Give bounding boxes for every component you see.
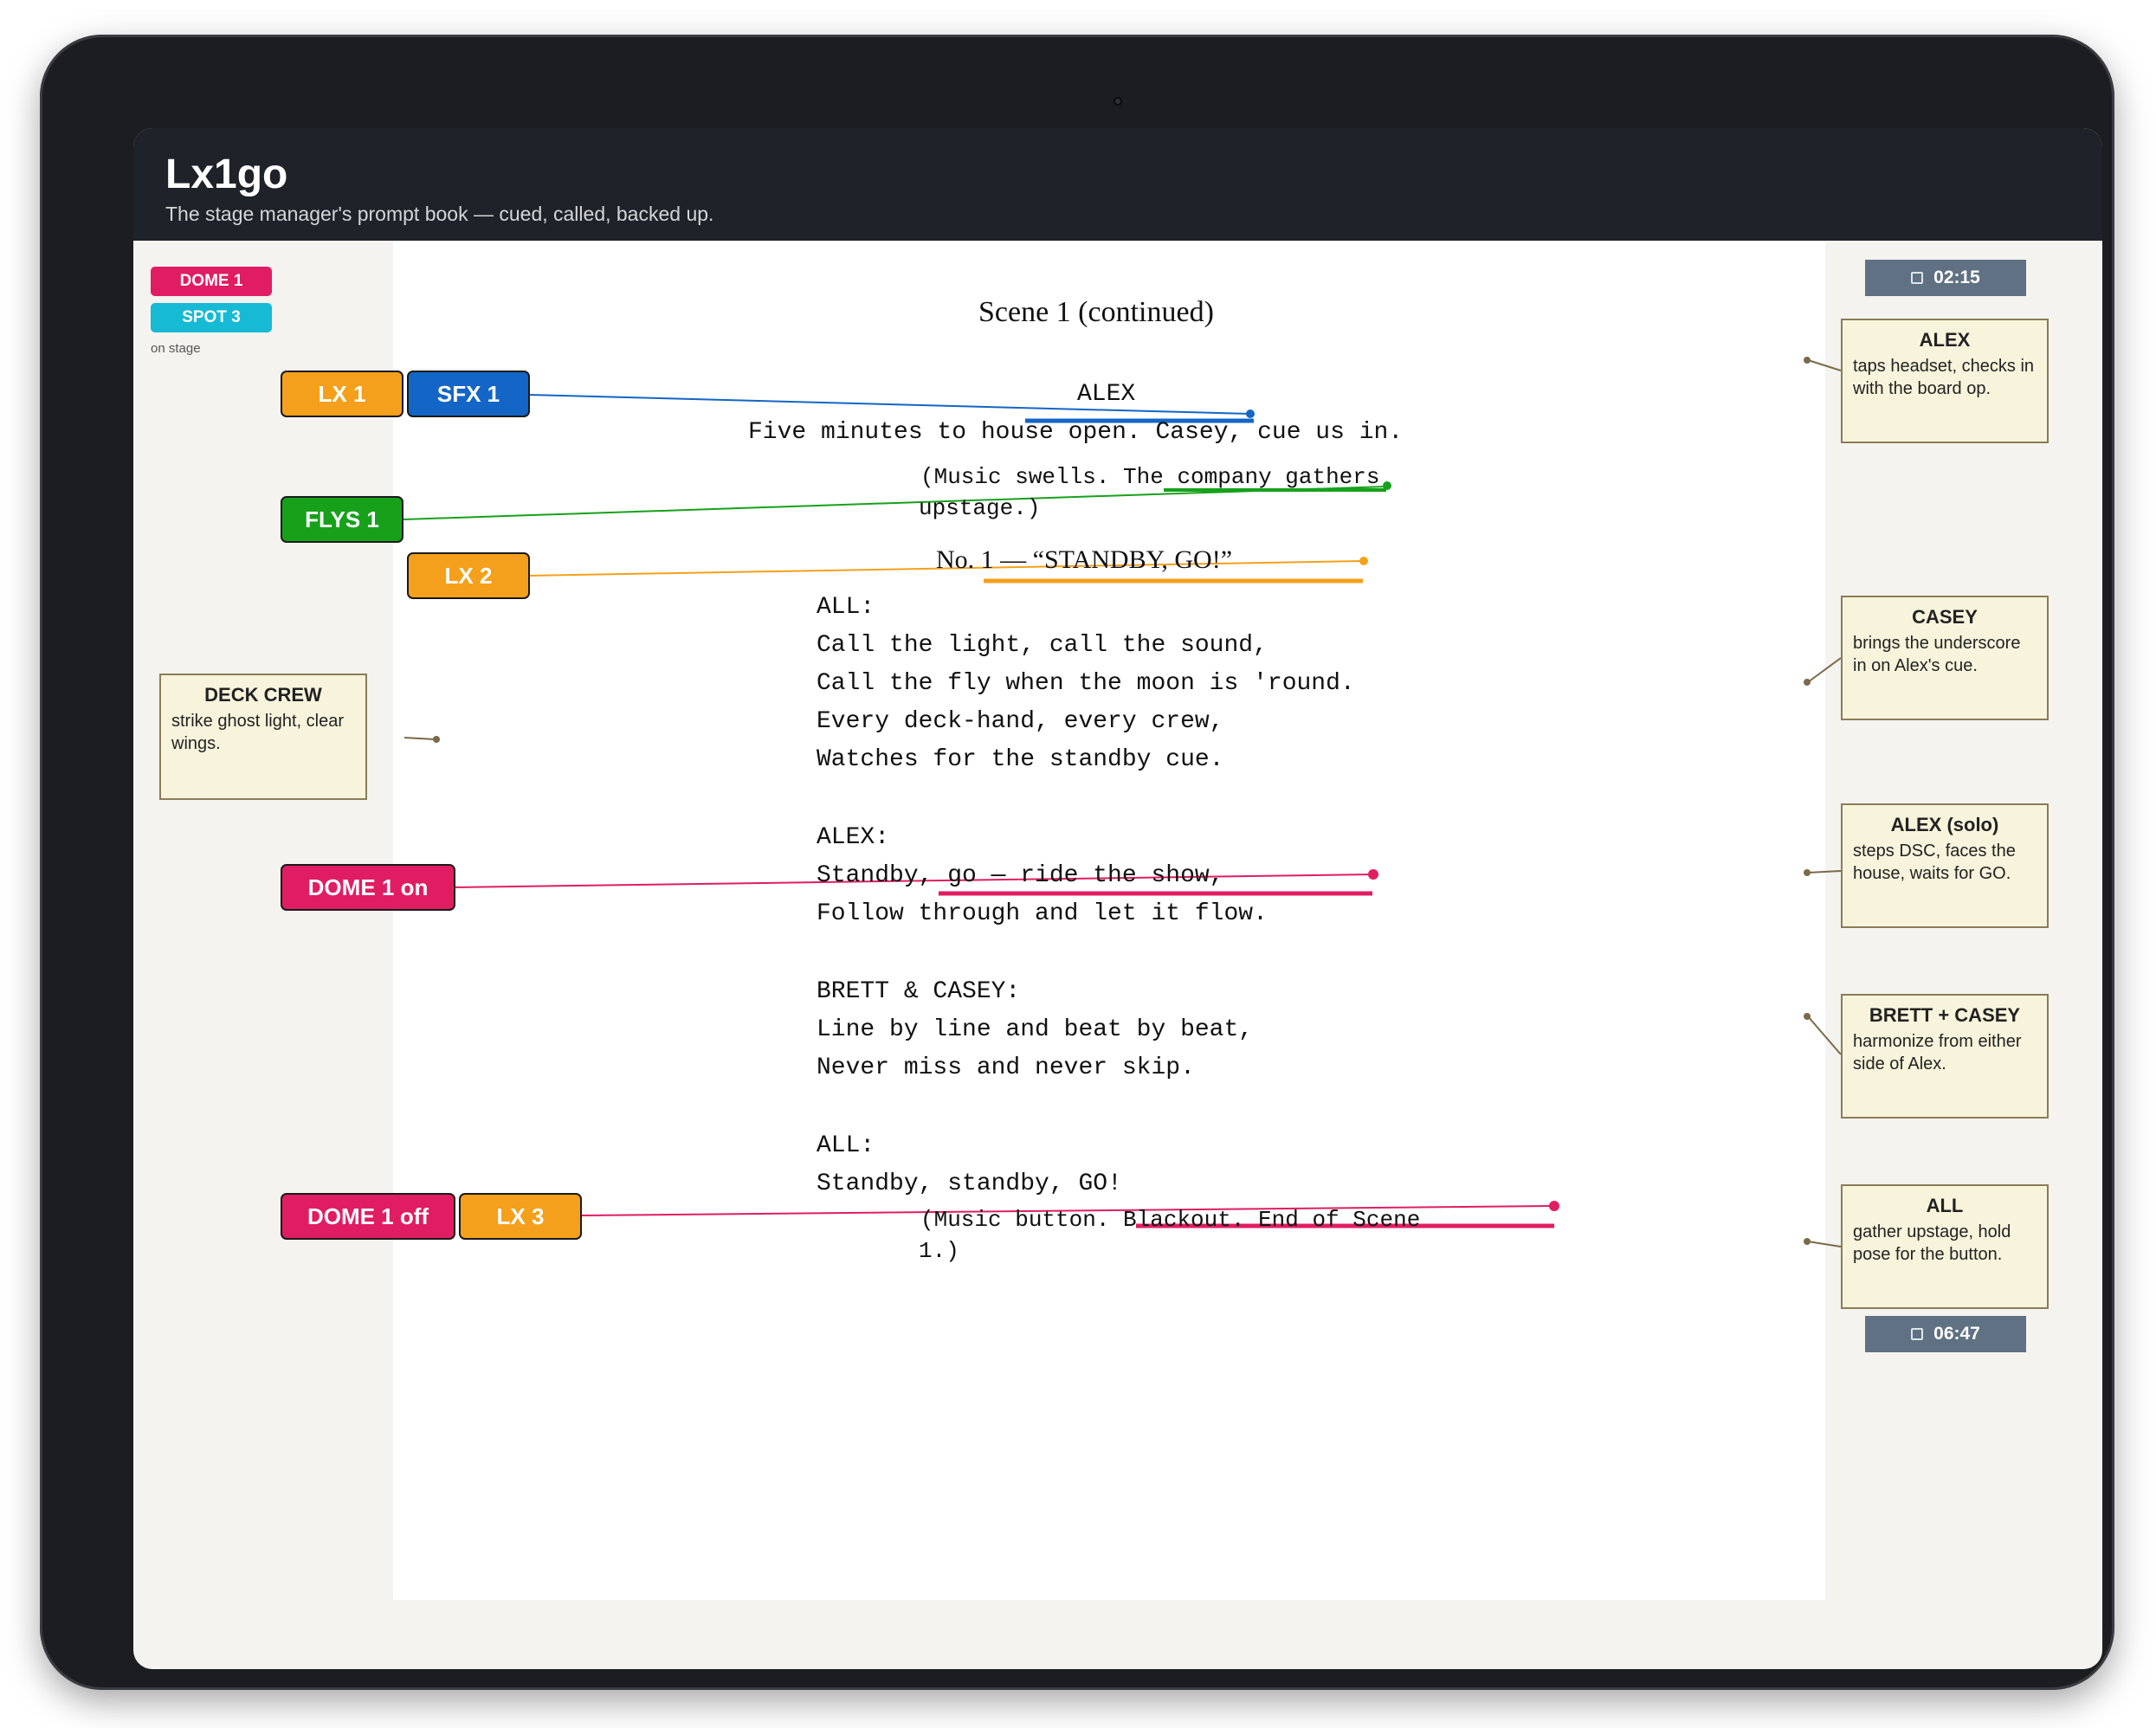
cue-anchor-flys1 xyxy=(1383,481,1391,490)
stage-direction-1a: (Music swells. The company gathers xyxy=(920,464,1380,490)
cue-anchor-dome1-on xyxy=(1368,869,1378,880)
note-alex-solo[interactable]: ALEX (solo) steps DSC, faces the house, … xyxy=(1841,803,2049,928)
lyrics-char-all: ALL: xyxy=(817,1132,875,1159)
cue-button-sfx1[interactable]: SFX 1 xyxy=(407,371,530,417)
clock-icon xyxy=(1911,272,1924,284)
cue-anchor-lx2 xyxy=(1359,557,1368,565)
lyrics-char-all: ALL: xyxy=(817,594,875,621)
camera-icon xyxy=(1114,97,1122,106)
stage-direction-1b: upstage.) xyxy=(919,495,1041,521)
stage-direction-2a: (Music button. Blackout. End of Scene xyxy=(920,1207,1421,1233)
lyric-line: Never miss and never skip. xyxy=(817,1054,1195,1081)
tablet-frame: Lx1go The stage manager's prompt book — … xyxy=(40,35,2114,1690)
note-casey[interactable]: CASEY brings the underscore in on Alex's… xyxy=(1841,596,2049,720)
note-title: CASEY xyxy=(1912,606,1978,628)
timer-top[interactable]: 02:15 xyxy=(1865,260,2026,296)
timer-bottom[interactable]: 06:47 xyxy=(1865,1316,2026,1352)
character-alex: ALEX xyxy=(1077,381,1136,408)
cue-button-lx2[interactable]: LX 2 xyxy=(407,552,530,599)
note-body: brings the underscore in on Alex's cue. xyxy=(1853,634,2021,675)
song-title: No. 1 — “STANDBY, GO!” xyxy=(936,545,1233,574)
lyric-line: Standby, go — ride the show, xyxy=(817,862,1224,889)
lyrics-char-alex: ALEX: xyxy=(817,824,890,851)
lyric-line: Every deck-hand, every crew, xyxy=(817,708,1224,735)
note-title: DECK CREW xyxy=(204,684,322,706)
clock-icon xyxy=(1911,1328,1924,1340)
note-all[interactable]: ALL gather upstage, hold pose for the bu… xyxy=(1841,1184,2049,1309)
cue-anchor-sfx1 xyxy=(1246,409,1255,418)
cue-button-flys1[interactable]: FLYS 1 xyxy=(281,496,403,543)
scene-title: Scene 1 (continued) xyxy=(978,296,1214,328)
note-title: ALEX (solo) xyxy=(1890,814,1999,835)
timer-value: 06:47 xyxy=(1933,1324,1980,1344)
cue-anchor-dome1-off xyxy=(1549,1201,1559,1211)
lyric-line: Call the fly when the moon is 'round. xyxy=(817,670,1355,697)
note-body: harmonize from either side of Alex. xyxy=(1853,1032,2022,1074)
cue-button-lx1[interactable]: LX 1 xyxy=(281,371,403,417)
note-title: ALEX xyxy=(1919,329,1971,351)
note-body: strike ghost light, clear wings. xyxy=(171,712,344,753)
cue-line-sfx1 xyxy=(527,394,1250,415)
lyric-line: Watches for the standby cue. xyxy=(817,746,1224,773)
note-title: ALL xyxy=(1926,1195,1964,1216)
cue-button-dome1-on[interactable]: DOME 1 on xyxy=(281,864,455,911)
note-body: gather upstage, hold pose for the button… xyxy=(1853,1222,2011,1264)
stage-direction-2b: 1.) xyxy=(919,1238,959,1264)
timer-value: 02:15 xyxy=(1933,268,1980,287)
note-body: taps headset, checks in with the board o… xyxy=(1853,357,2035,398)
dialogue-line: Five minutes to house open. Casey, cue u… xyxy=(748,419,1404,446)
lyric-line: Line by line and beat by beat, xyxy=(817,1016,1254,1043)
cue-button-dome1-off[interactable]: DOME 1 off xyxy=(281,1193,455,1240)
lyrics-char-brett-casey: BRETT & CASEY: xyxy=(817,978,1021,1005)
note-alex[interactable]: ALEX taps headset, checks in with the bo… xyxy=(1841,319,2049,443)
note-brett-casey[interactable]: BRETT + CASEY harmonize from either side… xyxy=(1841,994,2049,1119)
note-deck-crew[interactable]: DECK CREW strike ghost light, clear wing… xyxy=(159,674,367,800)
cue-button-lx3[interactable]: LX 3 xyxy=(459,1193,582,1240)
app-screen: Lx1go The stage manager's prompt book — … xyxy=(133,128,2102,1669)
lyric-line: Call the light, call the sound, xyxy=(817,632,1268,659)
lyric-line: Standby, standby, GO! xyxy=(817,1170,1122,1197)
note-title: BRETT + CASEY xyxy=(1869,1004,2021,1026)
note-body: steps DSC, faces the house, waits for GO… xyxy=(1853,841,2016,883)
lyric-line: Follow through and let it flow. xyxy=(817,900,1268,927)
